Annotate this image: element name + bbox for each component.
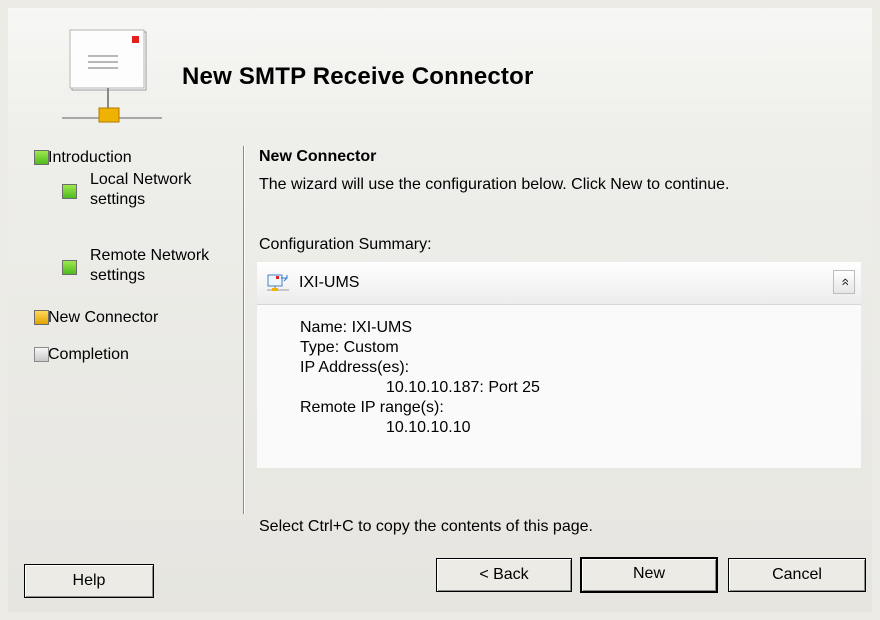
step-label: New Connector <box>48 309 159 326</box>
step-label: Introduction <box>48 149 132 166</box>
detail-remote-ip-value: 10.10.10.10 <box>386 419 471 436</box>
detail-ip-addresses-label: IP Address(es): <box>300 359 410 376</box>
new-button-label: New <box>632 565 665 582</box>
summary-header[interactable]: IXI-UMS » <box>257 262 861 305</box>
detail-type: Type: Custom <box>300 339 399 356</box>
step-completion: Completion <box>34 345 129 365</box>
connector-icon <box>267 274 289 291</box>
collapse-chevron-icon: » <box>835 278 852 286</box>
back-button-label: Back <box>493 566 529 583</box>
step-complete-icon <box>34 150 49 165</box>
section-description: The wizard will use the configuration be… <box>259 176 730 193</box>
step-current-icon <box>34 310 49 325</box>
back-prefix: < <box>479 566 494 583</box>
step-local-network-settings: Local Network settings <box>62 170 192 210</box>
step-label-line2: settings <box>90 267 146 284</box>
step-label-line1: Local Network <box>90 171 192 188</box>
wizard-window: New SMTP Receive Connector Introduction … <box>8 8 872 612</box>
step-new-connector: New Connector <box>34 308 159 328</box>
help-button-label: Help <box>72 572 106 589</box>
section-title: New Connector <box>259 148 377 165</box>
step-label-line2: settings <box>90 191 146 208</box>
steps-divider <box>243 146 245 514</box>
step-remote-network-settings: Remote Network settings <box>62 246 210 286</box>
help-button[interactable]: Help <box>24 564 154 598</box>
step-label: Completion <box>48 346 129 363</box>
step-complete-icon <box>62 184 77 199</box>
connector-wizard-icon <box>62 29 162 123</box>
step-introduction: Introduction <box>34 148 132 168</box>
wizard-title: New SMTP Receive Connector <box>182 63 534 90</box>
configuration-summary-panel[interactable]: IXI-UMS » Name: IXI-UMS Type: Custom IP … <box>257 262 861 468</box>
new-button[interactable]: New <box>580 557 718 593</box>
step-label-line1: Remote Network <box>90 247 210 264</box>
detail-ip-address-value: 10.10.10.187: Port 25 <box>386 379 540 396</box>
detail-remote-ip-label: Remote IP range(s): <box>300 399 444 416</box>
summary-label: Configuration Summary: <box>259 236 432 253</box>
step-complete-icon <box>62 260 77 275</box>
collapse-button[interactable]: » <box>833 270 855 294</box>
back-button[interactable]: < Back <box>436 558 572 592</box>
copy-hint: Select Ctrl+C to copy the contents of th… <box>259 518 593 535</box>
summary-details: Name: IXI-UMS Type: Custom IP Address(es… <box>300 318 540 438</box>
connector-name: IXI-UMS <box>299 274 360 291</box>
cancel-button-label: Cancel <box>772 566 822 583</box>
detail-name: Name: IXI-UMS <box>300 319 413 336</box>
step-pending-icon <box>34 347 49 362</box>
cancel-button[interactable]: Cancel <box>728 558 866 592</box>
